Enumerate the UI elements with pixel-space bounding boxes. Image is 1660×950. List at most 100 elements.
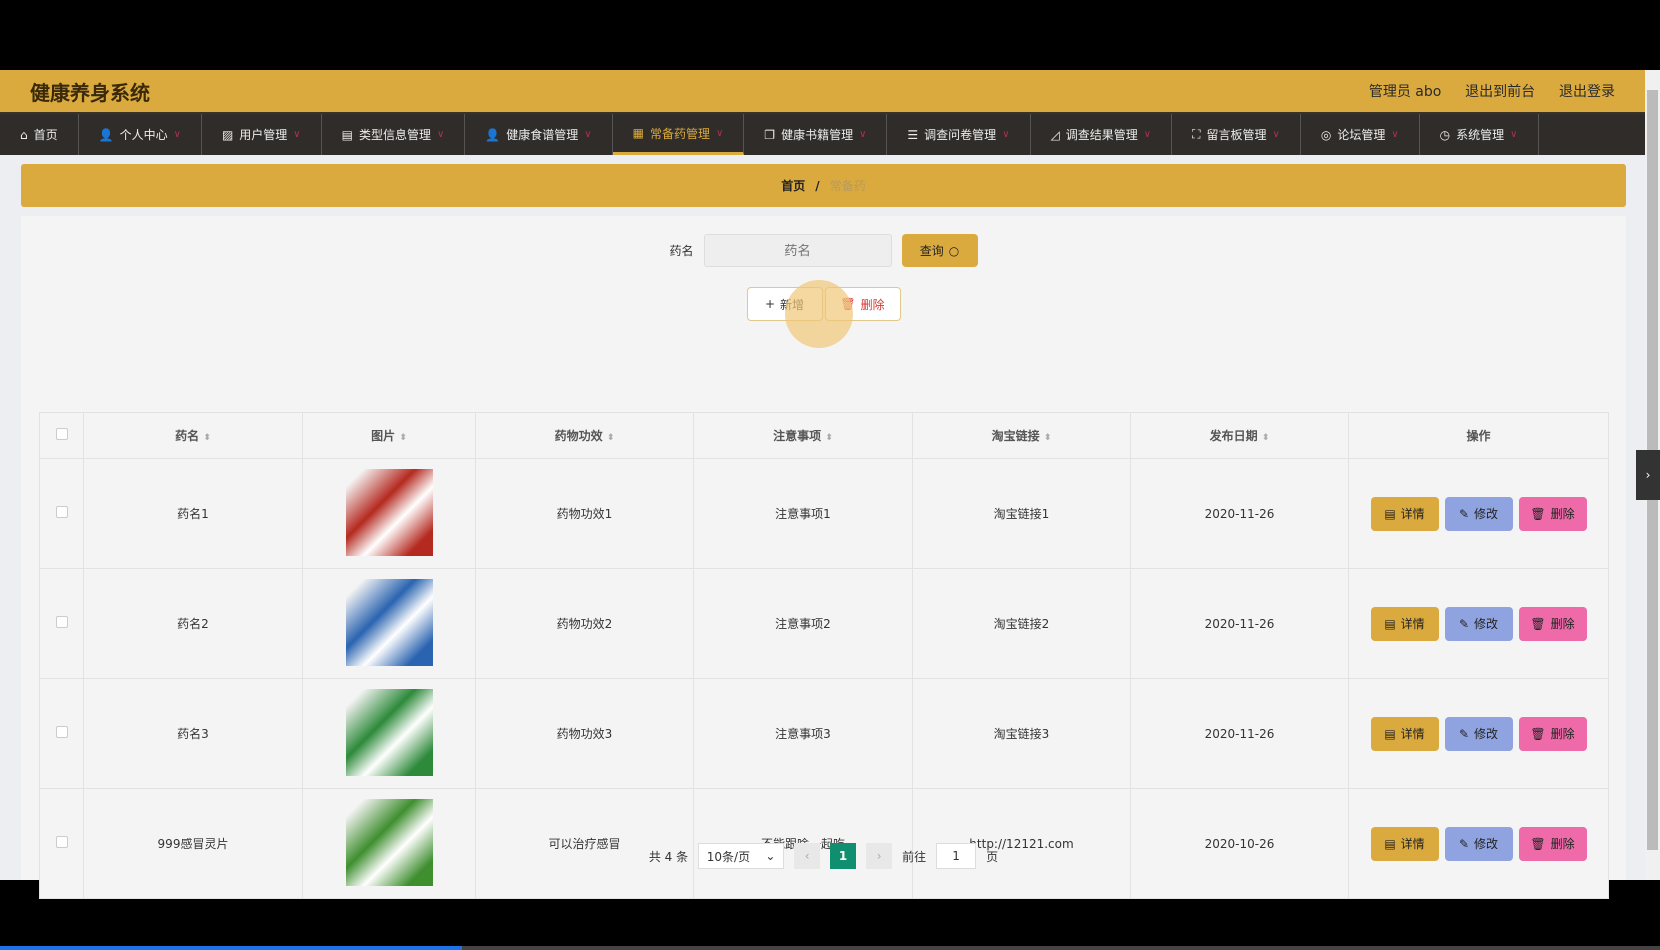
logout-link[interactable]: 退出登录: [1559, 84, 1615, 100]
search-label: 药名: [669, 244, 694, 258]
column-header[interactable]: 图片 ⬍: [302, 412, 476, 459]
breadcrumb: 首页 / 常备药: [21, 164, 1626, 207]
side-expand-button[interactable]: ›: [1636, 450, 1660, 500]
nav-item-4[interactable]: 👤 健康食谱管理 ∨: [465, 114, 613, 155]
date-cell: 2020-11-26: [1130, 568, 1349, 679]
delete-label: 删除: [1550, 507, 1575, 521]
header-label: 发布日期: [1209, 429, 1258, 443]
effect-cell: 药物功效1: [475, 458, 694, 569]
nav-item-0[interactable]: ⌂ 首页: [0, 114, 79, 155]
chevron-down-icon: ∨: [173, 129, 181, 140]
nav-label: 调查结果管理: [1065, 128, 1138, 142]
to-front-link[interactable]: 退出到前台: [1465, 84, 1535, 100]
nav-label: 论坛管理: [1337, 128, 1386, 142]
delete-label: 删除: [860, 297, 885, 312]
header-label: 药物功效: [554, 429, 603, 443]
clock-icon: ◷: [1439, 127, 1451, 142]
nav-item-9[interactable]: ⛶ 留言板管理 ∨: [1172, 114, 1301, 155]
effect-cell: 药物功效3: [475, 678, 694, 789]
column-header[interactable]: 药名 ⬍: [83, 412, 303, 459]
row-checkbox[interactable]: [55, 506, 68, 518]
header-label: 药名: [175, 429, 200, 443]
sort-icon[interactable]: ⬍: [203, 433, 211, 443]
row-checkbox[interactable]: [55, 726, 68, 738]
chevron-down-icon: ∨: [1143, 129, 1152, 140]
row-checkbox[interactable]: [55, 616, 68, 628]
column-header[interactable]: 药物功效 ⬍: [475, 412, 694, 459]
chevron-down-icon: ∨: [584, 129, 592, 140]
nav-item-5[interactable]: ▦ 常备药管理 ∨: [612, 114, 745, 155]
delete-label: 删除: [1550, 727, 1575, 741]
search-input[interactable]: [703, 234, 892, 267]
edit-button[interactable]: ✎ 修改: [1444, 606, 1513, 641]
nav-label: 类型信息管理: [358, 128, 431, 142]
nav-label: 常备药管理: [649, 126, 710, 141]
column-header[interactable]: 注意事项 ⬍: [693, 412, 913, 459]
table-row: 药名1 药物功效1 注意事项1 淘宝链接1 2020-11-26 ▤ 详情 ✎ 修…: [39, 458, 1609, 569]
query-button[interactable]: 查询 ○: [901, 234, 978, 267]
chevron-down-icon: ∨: [293, 129, 301, 140]
column-header[interactable]: 发布日期 ⬍: [1130, 412, 1349, 459]
select-all-checkbox[interactable]: [55, 428, 68, 440]
sort-icon[interactable]: ⬍: [607, 433, 615, 443]
detail-button[interactable]: ▤ 详情: [1370, 716, 1439, 751]
link-cell: 淘宝链接3: [912, 678, 1131, 789]
nav-item-8[interactable]: ◿ 调查结果管理 ∨: [1031, 114, 1173, 155]
column-header: 操作: [1348, 412, 1609, 459]
user-icon: 👤: [485, 127, 501, 142]
nav-label: 系统管理: [1456, 128, 1505, 142]
prev-page-button[interactable]: ‹: [794, 843, 821, 869]
nav-item-3[interactable]: ▤ 类型信息管理 ∨: [322, 114, 466, 155]
edit-button[interactable]: ✎ 修改: [1444, 496, 1513, 531]
delete-button[interactable]: 🗑 删除: [1518, 496, 1587, 531]
sort-icon[interactable]: ⬍: [399, 433, 407, 443]
nav-item-6[interactable]: ❐ 健康书籍管理 ∨: [744, 114, 888, 155]
table-row: 药名2 药物功效2 注意事项2 淘宝链接2 2020-11-26 ▤ 详情 ✎ 修…: [39, 568, 1609, 679]
medicine-image: [345, 688, 433, 776]
chevron-down-icon: ∨: [1002, 129, 1010, 140]
chevron-down-icon: ∨: [436, 129, 445, 140]
edit-button[interactable]: ✎ 修改: [1444, 716, 1513, 751]
breadcrumb-home[interactable]: 首页: [781, 177, 805, 194]
sort-icon[interactable]: ⬍: [1262, 433, 1270, 443]
page-unit: 页: [986, 849, 999, 864]
nav-item-11[interactable]: ◷ 系统管理 ∨: [1420, 114, 1539, 155]
breadcrumb-separator: /: [815, 178, 820, 193]
sort-icon[interactable]: ⬍: [825, 433, 833, 443]
effect-cell: 药物功效2: [475, 568, 694, 679]
header-label: 操作: [1466, 429, 1491, 443]
column-header[interactable]: 淘宝链接 ⬍: [912, 412, 1131, 459]
page-size-select[interactable]: 10条/页 ⌄: [698, 843, 785, 869]
circle-icon: ◎: [1320, 127, 1332, 142]
medicine-image: [345, 798, 433, 886]
header-label: 图片: [371, 429, 396, 443]
chevron-down-icon: ∨: [715, 127, 724, 139]
sort-icon[interactable]: ⬍: [1044, 433, 1052, 443]
page-size-value: 10条/页: [706, 849, 751, 864]
goto-page-input[interactable]: 1: [936, 843, 977, 869]
medicine-table: 药名 ⬍ 图片 ⬍ 药物功效 ⬍ 注意事项 ⬍ 淘宝链接 ⬍ 发布日期 ⬍ 操作 药名1 药…: [39, 412, 1609, 899]
delete-button[interactable]: 🗑 删除: [1518, 606, 1587, 641]
frame-icon: ⛶: [1192, 127, 1201, 141]
list-icon: ☰: [907, 127, 919, 142]
video-progress-bar[interactable]: [0, 946, 1660, 950]
detail-label: 详情: [1400, 617, 1425, 631]
chevron-down-icon: ∨: [1510, 129, 1518, 140]
nav-item-1[interactable]: 👤 个人中心 ∨: [79, 114, 202, 155]
chevron-down-icon: ⌄: [765, 849, 776, 863]
detail-button[interactable]: ▤ 详情: [1370, 606, 1439, 641]
name-cell: 药名3: [83, 678, 303, 789]
detail-label: 详情: [1400, 507, 1425, 521]
next-page-button[interactable]: ›: [866, 843, 893, 869]
card-icon: ▤: [341, 127, 353, 142]
detail-button[interactable]: ▤ 详情: [1370, 496, 1439, 531]
date-cell: 2020-11-26: [1130, 458, 1349, 569]
nav-item-10[interactable]: ◎ 论坛管理 ∨: [1301, 114, 1420, 155]
page-1-button[interactable]: 1: [830, 843, 857, 869]
nav-item-7[interactable]: ☰ 调查问卷管理 ∨: [887, 114, 1031, 155]
nav-label: 健康书籍管理: [781, 128, 854, 142]
cursor-highlight: [785, 280, 853, 348]
bell-icon: ◿: [1050, 127, 1060, 142]
delete-button[interactable]: 🗑 删除: [1518, 716, 1587, 751]
nav-item-2[interactable]: ▨ 用户管理 ∨: [202, 114, 322, 155]
